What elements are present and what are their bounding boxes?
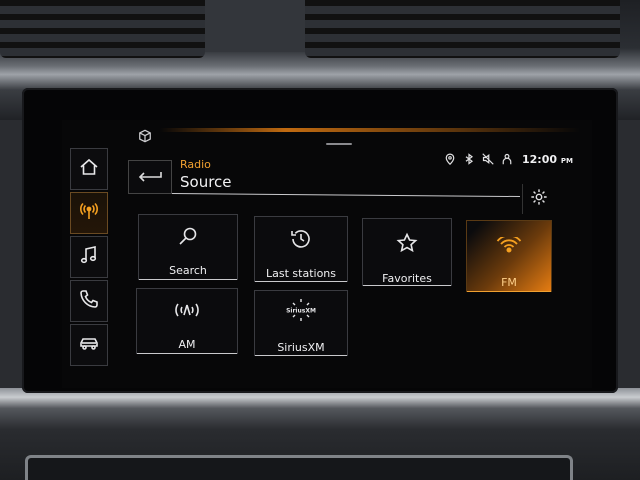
phone-icon <box>79 289 99 313</box>
siriusxm-logo-icon: SiriusXM <box>284 297 318 326</box>
header-title-area: Radio Source <box>180 158 232 191</box>
tile-siriusxm[interactable]: SiriusXM SiriusXM <box>254 290 348 356</box>
tile-label: AM <box>178 338 196 351</box>
dashboard-slot <box>25 455 573 480</box>
clock: 12:00 PM <box>522 153 573 166</box>
clock-ampm: PM <box>560 157 573 165</box>
settings-button[interactable] <box>522 184 554 214</box>
header-kicker: Radio <box>180 158 211 171</box>
tile-favorites[interactable]: Favorites <box>362 218 452 286</box>
tile-fm[interactable]: FM <box>466 220 552 292</box>
side-navigation <box>70 148 108 370</box>
cube-icon[interactable] <box>138 128 152 143</box>
air-vent-right <box>305 0 620 58</box>
tile-label: SiriusXM <box>277 341 325 354</box>
pull-down-handle[interactable] <box>326 143 352 145</box>
status-bar: 12:00 PM <box>444 150 573 169</box>
search-icon <box>177 225 199 250</box>
history-icon <box>289 227 313 254</box>
nav-item-car[interactable] <box>70 324 108 366</box>
nav-item-home[interactable] <box>70 148 108 190</box>
nav-item-phone[interactable] <box>70 280 108 322</box>
nav-item-radio[interactable] <box>70 192 108 234</box>
music-note-icon <box>79 245 99 269</box>
home-icon <box>79 157 99 181</box>
nav-item-music[interactable] <box>70 236 108 278</box>
gear-icon <box>530 188 548 210</box>
fm-signal-icon <box>496 234 522 256</box>
am-signal-icon <box>171 301 203 320</box>
bluetooth-icon <box>463 150 475 169</box>
back-arrow-icon <box>137 168 163 187</box>
back-button[interactable] <box>128 160 172 194</box>
tile-label: FM <box>501 276 517 289</box>
tile-label: Last stations <box>266 267 336 280</box>
tile-search[interactable]: Search <box>138 214 238 280</box>
radio-antenna-icon <box>79 201 99 225</box>
star-icon <box>396 232 418 257</box>
location-pin-icon <box>444 150 456 169</box>
vent-divider <box>205 0 305 52</box>
svg-text:SiriusXM: SiriusXM <box>286 308 316 315</box>
tile-label: Search <box>169 264 207 277</box>
user-icon <box>501 150 513 169</box>
tile-label: Favorites <box>382 272 432 285</box>
page-title: Source <box>180 173 232 191</box>
mute-icon <box>482 150 494 169</box>
car-icon <box>79 333 99 357</box>
tile-am[interactable]: AM <box>136 288 238 354</box>
tile-last-stations[interactable]: Last stations <box>254 216 348 282</box>
status-strip-glow <box>160 128 580 132</box>
air-vent-left <box>0 0 205 58</box>
clock-time: 12:00 <box>522 153 558 166</box>
